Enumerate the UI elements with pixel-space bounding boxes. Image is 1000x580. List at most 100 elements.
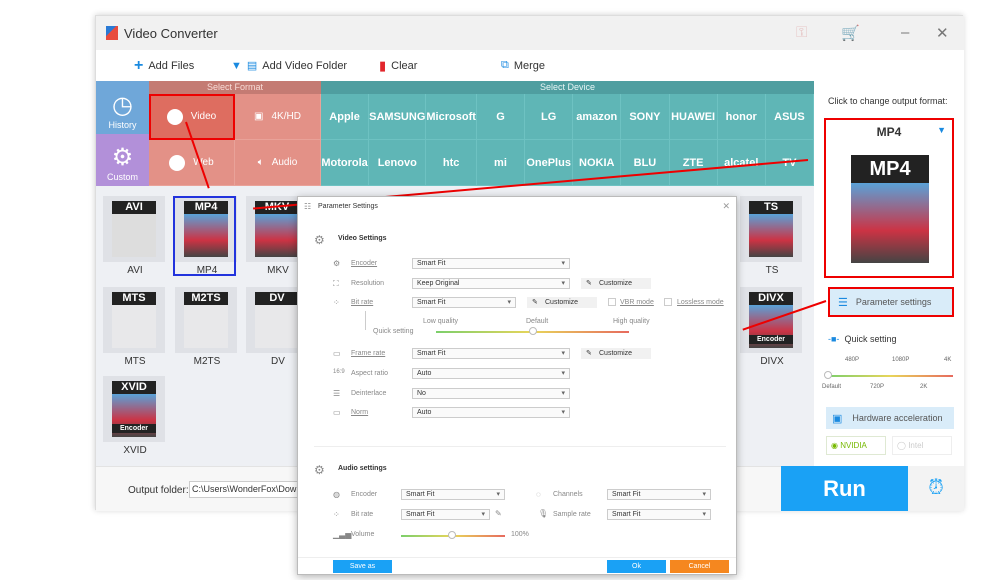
frame-rate-label[interactable]: Frame rate: [351, 350, 385, 357]
device-huawei[interactable]: HUAWEI: [669, 94, 718, 140]
norm-label[interactable]: Norm: [351, 409, 368, 416]
encoder-label[interactable]: Encoder: [351, 260, 377, 267]
close-button[interactable]: ✕: [936, 24, 949, 42]
dialog-title: Parameter Settings: [318, 203, 378, 210]
customize-label: Customize: [599, 350, 633, 357]
nvidia-option[interactable]: ◉ NVIDIA: [826, 436, 886, 455]
audio-bitrate-select[interactable]: Smart Fit: [401, 509, 490, 520]
device-g[interactable]: G: [476, 94, 526, 140]
output-format-value: MP4: [876, 125, 902, 139]
clear-button[interactable]: ▮ Clear: [379, 58, 417, 74]
merge-button[interactable]: ⧉ Merge: [501, 59, 545, 72]
device-microsoft[interactable]: Microsoft: [426, 94, 477, 140]
volume-knob[interactable]: [448, 531, 456, 539]
history-tab[interactable]: ◷ History: [96, 81, 149, 134]
device-blu[interactable]: BLU: [621, 140, 670, 186]
pencil-icon: ✎: [586, 350, 592, 357]
hardware-acceleration-button[interactable]: ▣ Hardware acceleration: [826, 407, 954, 429]
intel-option[interactable]: ◯ Intel: [892, 436, 952, 455]
format-item-mts[interactable]: MTS MTS: [103, 287, 167, 367]
format-label: M2TS: [193, 356, 221, 367]
hd-icon: ▣: [254, 111, 264, 122]
device-sony[interactable]: SONY: [621, 94, 670, 140]
quality-slider-knob[interactable]: [824, 371, 832, 379]
add-video-folder-button[interactable]: ▼ ▤ Add Video Folder: [231, 59, 347, 73]
parameter-settings-button[interactable]: ☰ Parameter settings: [828, 287, 954, 317]
resolution-customize-button[interactable]: ✎ Customize: [581, 278, 651, 289]
vbr-mode-checkbox[interactable]: [608, 298, 616, 306]
pencil-icon[interactable]: ✎: [495, 509, 502, 518]
device-htc[interactable]: htc: [426, 140, 477, 186]
output-folder-input[interactable]: C:\Users\WonderFox\Downlo: [189, 481, 304, 498]
save-as-button[interactable]: Save as: [333, 560, 392, 573]
bitrate-label[interactable]: Bit rate: [351, 299, 373, 306]
select-device-header: Select Device: [321, 81, 814, 94]
output-format-selector[interactable]: MP4 ▼ MP4: [824, 118, 954, 278]
device-label: Motorola: [321, 156, 368, 169]
quality-slider[interactable]: [828, 375, 953, 377]
device-honor[interactable]: honor: [717, 94, 766, 140]
device-label: HUAWEI: [671, 110, 716, 123]
lossless-mode-checkbox[interactable]: [664, 298, 672, 306]
customize-label: Customize: [545, 299, 579, 306]
selected-format-highlight: [173, 196, 236, 276]
device-lg[interactable]: LG: [525, 94, 574, 140]
resolution-select[interactable]: Keep Original: [412, 278, 570, 289]
device-zte[interactable]: ZTE: [669, 140, 718, 186]
aspect-ratio-label: Aspect ratio: [351, 370, 388, 377]
norm-select[interactable]: Auto: [412, 407, 570, 418]
pencil-icon: ✎: [532, 299, 538, 306]
format-tab-4k-hd[interactable]: ▣ 4K/HD: [235, 94, 321, 140]
cart-icon[interactable]: 🛒: [841, 24, 860, 42]
format-tab-web[interactable]: Web: [149, 140, 235, 186]
format-item-xvid[interactable]: XVID Encoder XVID: [103, 376, 167, 456]
format-item-ts[interactable]: TS TS: [740, 196, 804, 276]
key-icon[interactable]: ⚿: [796, 24, 807, 41]
select-format-section: Select Format Video ▣ 4K/HD Web 🔈︎ Audio: [149, 81, 321, 186]
frame-rate-customize-button[interactable]: ✎ Customize: [581, 348, 651, 359]
tick-label: Default: [822, 384, 842, 390]
device-label: ZTE: [682, 156, 704, 169]
dropdown-arrow-icon[interactable]: ▼: [231, 60, 242, 72]
device-motorola[interactable]: Motorola: [321, 140, 370, 186]
device-samsung[interactable]: SAMSUNG: [369, 94, 427, 140]
ok-button[interactable]: Ok: [607, 560, 666, 573]
aspect-ratio-select[interactable]: Auto: [412, 368, 570, 379]
format-badge: MP4: [869, 158, 911, 180]
audio-encoder-select[interactable]: Smart Fit: [401, 489, 505, 500]
format-item-m2ts[interactable]: M2TS M2TS: [175, 287, 239, 367]
format-item-avi[interactable]: AVI AVI: [103, 196, 167, 276]
speaker-icon: ◍: [333, 490, 340, 499]
device-mi[interactable]: mi: [476, 140, 526, 186]
audio-bitrate-icon: ⁘: [333, 510, 340, 519]
deinterlace-icon: ☰: [333, 389, 341, 398]
sample-rate-select[interactable]: Smart Fit: [607, 509, 711, 520]
cancel-button[interactable]: Cancel: [670, 560, 729, 573]
alarm-clock-icon[interactable]: ⏰︎: [908, 466, 964, 511]
device-label: OnePlus: [526, 156, 571, 169]
device-asus[interactable]: ASUS: [765, 94, 814, 140]
frame-rate-select[interactable]: Smart Fit: [412, 348, 570, 359]
vbr-mode-label[interactable]: VBR mode: [620, 299, 654, 306]
device-apple[interactable]: Apple: [321, 94, 370, 140]
format-tab-audio[interactable]: 🔈︎ Audio: [235, 140, 321, 186]
video-encoder-select[interactable]: Smart Fit: [412, 258, 570, 269]
bitrate-customize-button[interactable]: ✎ Customize: [527, 297, 597, 308]
encoder-icon: ⚙: [333, 259, 341, 268]
footer-divider: [298, 557, 736, 558]
dialog-close-button[interactable]: ✕: [722, 201, 730, 212]
device-amazon[interactable]: amazon: [573, 94, 622, 140]
device-lenovo[interactable]: Lenovo: [369, 140, 427, 186]
audio-encoder-label: Encoder: [351, 491, 378, 498]
add-files-button[interactable]: + Add Files: [134, 57, 194, 75]
deinterlace-select[interactable]: No: [412, 388, 570, 399]
run-button[interactable]: Run: [781, 466, 908, 511]
video-quality-knob[interactable]: [529, 327, 537, 335]
format-tab-video[interactable]: Video: [149, 94, 235, 140]
lossless-mode-label[interactable]: Lossless mode: [677, 299, 724, 306]
channels-select[interactable]: Smart Fit: [607, 489, 711, 500]
history-label: History: [108, 120, 137, 130]
minimize-button[interactable]: –: [901, 24, 909, 41]
custom-tab[interactable]: ⚙ Custom: [96, 134, 149, 186]
video-bitrate-select[interactable]: Smart Fit: [412, 297, 516, 308]
